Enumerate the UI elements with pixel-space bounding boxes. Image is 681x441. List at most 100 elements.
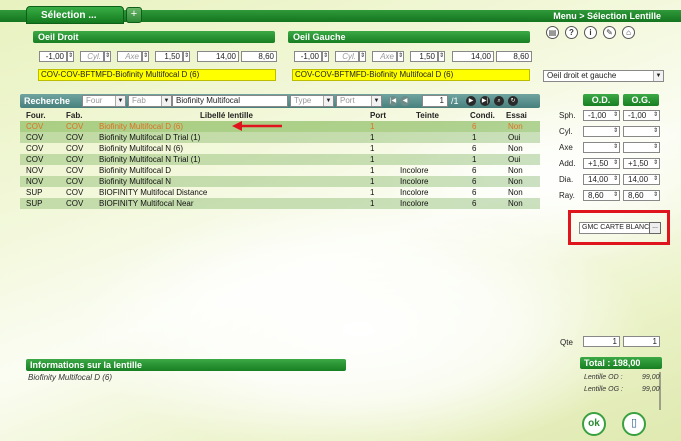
left-eye-ray-field[interactable]: 8,60 — [496, 51, 532, 62]
right-eye-cyl-field[interactable]: Cyl. — [80, 51, 104, 62]
tab-selection[interactable]: Sélection ... — [26, 6, 124, 24]
cell-condi: 6 — [472, 122, 477, 131]
right-eye-axe-spinner[interactable]: ⇕ — [142, 51, 149, 62]
cell-libelle: BIOFINITY Multifocal Near — [99, 199, 194, 208]
four-filter[interactable]: Four ▼ — [82, 95, 126, 107]
eye-select[interactable]: Oeil droit et gauche ▼ — [543, 70, 664, 82]
og-axe-field[interactable]: ⇕ — [623, 142, 660, 153]
left-eye-cyl-field[interactable]: Cyl. — [335, 51, 359, 62]
search-input[interactable]: Biofinity Multifocal — [172, 95, 288, 107]
od-add-field[interactable]: +1,50 ⇕ — [583, 158, 620, 169]
col-teinte[interactable]: Teinte — [416, 110, 439, 121]
settings-icon[interactable]: ✎ — [603, 26, 616, 39]
right-eye-add-field[interactable]: 1,50 — [155, 51, 183, 62]
col-essai[interactable]: Essai — [506, 110, 527, 121]
right-eye-cyl-spinner[interactable]: ⇕ — [104, 51, 111, 62]
cell-libelle: Biofinity Multifocal D (6) — [99, 122, 184, 131]
table-row[interactable]: NOV COV Biofinity Multifocal D 1 Incolore 6 No… — [20, 165, 540, 176]
fab-filter[interactable]: Fab ▼ — [128, 95, 172, 107]
left-eye-axe-spinner[interactable]: ⇕ — [397, 51, 404, 62]
od-sph-field[interactable]: -1,00 ⇕ — [583, 110, 620, 121]
spinner-icon: ⇕ — [612, 144, 618, 150]
left-eye-sph-field[interactable]: -1,00 — [294, 51, 322, 62]
spinner-icon: ⇕ — [612, 128, 618, 134]
cell-libelle: Biofinity Multifocal N — [99, 177, 172, 186]
table-row[interactable]: COV COV Biofinity Multifocal D Trial (1) 1 1… — [20, 132, 540, 143]
col-condi[interactable]: Condi. — [470, 110, 495, 121]
right-eye-add-spinner[interactable]: ⇕ — [183, 51, 190, 62]
col-libelle[interactable]: Libellé lentille — [200, 110, 253, 121]
spinner-icon: ⇕ — [612, 160, 618, 166]
printer-icon[interactable]: ▤ — [546, 26, 559, 39]
total-bar: Total : 198,00 — [580, 357, 662, 369]
left-eye-add-spinner[interactable]: ⇕ — [438, 51, 445, 62]
cell-teinte: Incolore — [400, 166, 429, 175]
og-cyl-field[interactable]: ⇕ — [623, 126, 660, 137]
new-tab-button[interactable]: + — [126, 7, 142, 23]
od-axe-field[interactable]: ⇕ — [583, 142, 620, 153]
right-eye-sph-spinner[interactable]: ⇕ — [67, 51, 74, 62]
og-ray-field[interactable]: 8,60 ⇕ — [623, 190, 660, 201]
left-eye-axe-field[interactable]: Axe — [372, 51, 397, 62]
cell-condi: 6 — [472, 166, 477, 175]
last-page-icon[interactable]: ▶| — [480, 96, 490, 106]
og-header: O.G. — [623, 94, 659, 106]
og-sph-field[interactable]: -1,00 ⇕ — [623, 110, 660, 121]
od-cyl-field[interactable]: ⇕ — [583, 126, 620, 137]
spinner-icon: ⇕ — [652, 160, 658, 166]
cell-four: SUP — [26, 199, 43, 208]
param-label-axe: Axe — [559, 143, 573, 152]
lens-info-header: Informations sur la lentille — [26, 359, 346, 371]
og-dia-field[interactable]: 14,00 ⇕ — [623, 174, 660, 185]
table-row[interactable]: SUP COV BIOFINITY Multifocal Distance 1 Inco… — [20, 187, 540, 198]
og-add-field[interactable]: +1,50 ⇕ — [623, 158, 660, 169]
od-dia-value: 14,00 — [588, 175, 609, 184]
info-icon[interactable]: i — [584, 26, 597, 39]
first-page-icon[interactable]: |◀ — [388, 96, 398, 106]
cell-fab: COV — [66, 177, 84, 186]
qty-od-field[interactable]: 1 — [583, 336, 620, 347]
cell-four: SUP — [26, 188, 43, 197]
qty-og-field[interactable]: 1 — [623, 336, 660, 347]
table-row[interactable]: COV COV Biofinity Multifocal N Trial (1) 1 1… — [20, 154, 540, 165]
od-dia-field[interactable]: 14,00 ⇕ — [583, 174, 620, 185]
lens-og-price: 99,00 — [642, 386, 660, 393]
col-port[interactable]: Port — [370, 110, 386, 121]
left-eye-dia-field[interactable]: 14,00 — [452, 51, 494, 62]
right-eye-sph-field[interactable]: -1,00 — [39, 51, 67, 62]
spinner-icon: ⇕ — [652, 176, 658, 182]
bracket-line — [659, 372, 661, 410]
cell-essai: Oui — [508, 155, 521, 164]
right-eye-lens-ref: COV-COV-BFTMFD-Biofinity Multifocal D (6… — [38, 69, 276, 81]
search-icon[interactable]: ⌕ — [494, 96, 504, 106]
left-eye-cyl-spinner[interactable]: ⇕ — [359, 51, 366, 62]
exit-button[interactable]: ▯ — [622, 412, 646, 436]
port-filter[interactable]: Port ▼ — [336, 95, 382, 107]
left-eye-sph-spinner[interactable]: ⇕ — [322, 51, 329, 62]
payer-lookup-button[interactable]: ... — [649, 222, 661, 234]
col-fab[interactable]: Fab. — [66, 110, 82, 121]
close-icon[interactable]: ⌂ — [622, 26, 635, 39]
right-eye-dia-field[interactable]: 14,00 — [197, 51, 239, 62]
ok-button[interactable]: ok — [582, 412, 606, 436]
right-eye-axe-field[interactable]: Axe — [117, 51, 142, 62]
help-icon[interactable]: ? — [565, 26, 578, 39]
table-row[interactable]: COV COV Biofinity Multifocal N (6) 1 6 Non — [20, 143, 540, 154]
table-row[interactable]: NOV COV Biofinity Multifocal N 1 Incolore 6 No… — [20, 176, 540, 187]
spinner-icon: ⇕ — [652, 144, 658, 150]
od-ray-value: 8,60 — [588, 191, 604, 200]
og-add-value: +1,50 — [628, 159, 649, 168]
refresh-icon[interactable]: ↻ — [508, 96, 518, 106]
cell-condi: 6 — [472, 177, 477, 186]
table-row[interactable]: SUP COV BIOFINITY Multifocal Near 1 Incolore… — [20, 198, 540, 209]
col-four[interactable]: Four. — [26, 110, 46, 121]
prev-page-icon[interactable]: ◀ — [400, 96, 410, 106]
cell-fab: COV — [66, 122, 84, 131]
spinner-icon: ⇕ — [612, 192, 618, 198]
od-ray-field[interactable]: 8,60 ⇕ — [583, 190, 620, 201]
type-filter[interactable]: Type ▼ — [290, 95, 334, 107]
left-eye-add-field[interactable]: 1,50 — [410, 51, 438, 62]
next-page-icon[interactable]: ▶ — [466, 96, 476, 106]
page-input[interactable]: 1 — [422, 95, 448, 107]
right-eye-ray-field[interactable]: 8,60 — [241, 51, 277, 62]
